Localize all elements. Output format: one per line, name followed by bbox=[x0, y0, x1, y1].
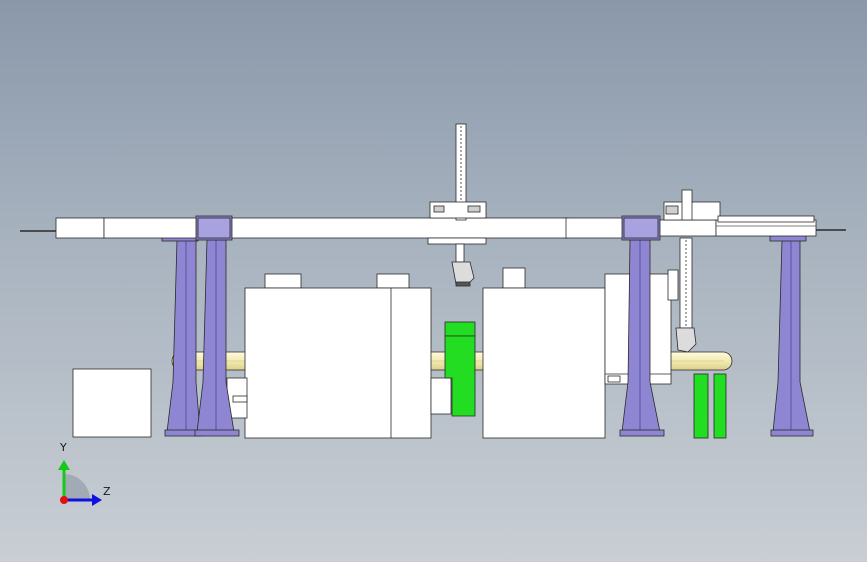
machine-tool-left bbox=[226, 273, 452, 439]
coordinate-triad bbox=[58, 460, 102, 506]
control-cabinet bbox=[72, 368, 152, 438]
gantry-column-1 bbox=[164, 239, 202, 437]
gantry-column-4 bbox=[770, 239, 814, 437]
y-axis-label: Y bbox=[60, 441, 67, 454]
cad-viewport[interactable] bbox=[0, 0, 867, 562]
green-support bbox=[693, 373, 727, 439]
robot-slide-center bbox=[427, 123, 487, 287]
z-axis-label: Z bbox=[103, 485, 111, 498]
